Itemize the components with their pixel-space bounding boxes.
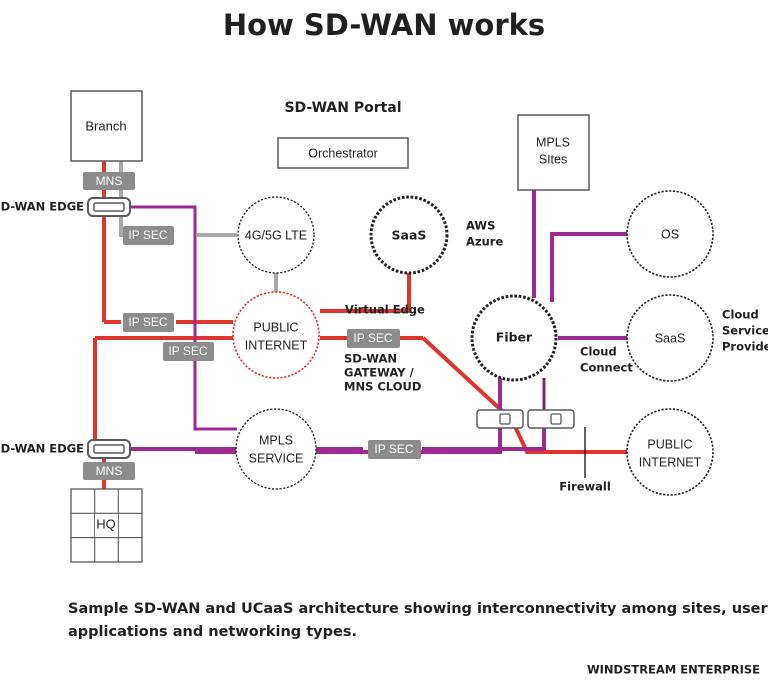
node-mpls-sites[interactable]: MPLS SItes: [517, 114, 590, 191]
aws-label-line2: Azure: [466, 235, 503, 249]
sdwan-edge-top-label: SD-WAN EDGE: [0, 200, 84, 214]
sdwan-edge-bottom-label: SD-WAN EDGE: [0, 442, 84, 456]
csp-line1: Cloud: [722, 308, 759, 322]
device-sdwan-edge-bottom[interactable]: [87, 439, 131, 459]
badge-ipsec-mid-2: IP SEC: [163, 342, 214, 361]
mns-bottom-label: MNS: [96, 464, 123, 478]
aws-label-line1: AWS: [466, 219, 495, 233]
cloud-4g5g-lte-label: 4G/5G LTE: [245, 228, 307, 242]
cloud-saas-top[interactable]: SaaS: [369, 195, 449, 275]
mpls-sites-line1: MPLS: [536, 135, 570, 149]
cloud-4g5g-lte[interactable]: 4G/5G LTE: [237, 196, 315, 274]
branch-label: Branch: [85, 118, 126, 133]
cloud-mpls-service-line1: MPLS: [259, 433, 293, 447]
cloud-mpls-service-line2: SERVICE: [249, 451, 304, 465]
cloud-public-internet-right-line2: INTERNET: [639, 455, 702, 469]
csp-line2: Service: [722, 324, 768, 338]
badge-mns-bottom: MNS: [83, 462, 135, 480]
cloud-saas-right[interactable]: SaaS: [626, 294, 714, 382]
orchestrator-label: Orchestrator: [308, 146, 377, 160]
cloud-public-internet-center-line1: PUBLIC: [253, 320, 298, 334]
gateway-label-line3: MNS CLOUD: [344, 380, 421, 394]
badge-ipsec-mpls: IP SEC: [368, 440, 421, 459]
device-sdwan-edge-top[interactable]: [87, 197, 131, 217]
device-fiber-edge-1[interactable]: [476, 409, 524, 429]
cloud-connect-line1: Cloud: [580, 345, 617, 359]
diagram-canvas: How SD-WAN works Branch MNS SD-WAN EDGE …: [0, 0, 768, 685]
badge-mns-top: MNS: [83, 172, 135, 190]
node-branch[interactable]: Branch: [70, 90, 143, 162]
cloud-fiber-label: Fiber: [496, 330, 533, 345]
badge-ipsec-mid-1: IP SEC: [123, 313, 174, 332]
gateway-label-line2: GATEWAY /: [344, 366, 414, 380]
hq-label: HQ: [96, 516, 116, 531]
ipsec-mpls-label: IP SEC: [374, 442, 413, 456]
cloud-saas-top-label: SaaS: [392, 228, 427, 243]
sdwan-portal-heading: SD-WAN Portal: [284, 100, 401, 116]
virtual-edge-label: Virtual Edge: [345, 303, 425, 317]
firewall-label: Firewall: [559, 480, 611, 494]
ipsec-mid-1-label: IP SEC: [128, 315, 167, 329]
caption-line-1: Sample SD-WAN and UCaaS architecture sho…: [68, 601, 768, 617]
ipsec-gateway-label: IP SEC: [353, 331, 392, 345]
ipsec-branch-label: IP SEC: [128, 228, 167, 242]
cloud-public-internet-right[interactable]: PUBLIC INTERNET: [626, 408, 714, 496]
badge-ipsec-branch: IP SEC: [123, 226, 174, 245]
cloud-os-label: OS: [661, 227, 679, 241]
badge-ipsec-gateway: IP SEC: [347, 329, 400, 348]
ipsec-mid-2-label: IP SEC: [168, 344, 207, 358]
mns-top-label: MNS: [96, 174, 123, 188]
cloud-mpls-service[interactable]: MPLS SERVICE: [235, 408, 317, 490]
box-orchestrator[interactable]: Orchestrator: [277, 137, 409, 169]
gateway-label-line1: SD-WAN: [344, 352, 397, 366]
device-fiber-edge-2[interactable]: [527, 409, 575, 429]
csp-line3: Provider: [722, 340, 768, 354]
cloud-connect-line2: Connect: [580, 361, 633, 375]
footer-brand: WINDSTREAM ENTERPRISE: [587, 663, 760, 677]
node-hq[interactable]: HQ: [70, 488, 143, 563]
cloud-public-internet-right-line1: PUBLIC: [647, 437, 692, 451]
cloud-os[interactable]: OS: [626, 190, 714, 278]
page-title: How SD-WAN works: [223, 8, 545, 42]
cloud-fiber[interactable]: Fiber: [470, 294, 558, 382]
cloud-saas-right-label: SaaS: [655, 331, 686, 345]
mpls-sites-line2: SItes: [539, 152, 568, 166]
cloud-public-internet-center[interactable]: PUBLIC INTERNET: [232, 291, 320, 379]
caption-line-2: applications and networking types.: [68, 624, 357, 640]
cloud-public-internet-center-line2: INTERNET: [245, 338, 308, 352]
